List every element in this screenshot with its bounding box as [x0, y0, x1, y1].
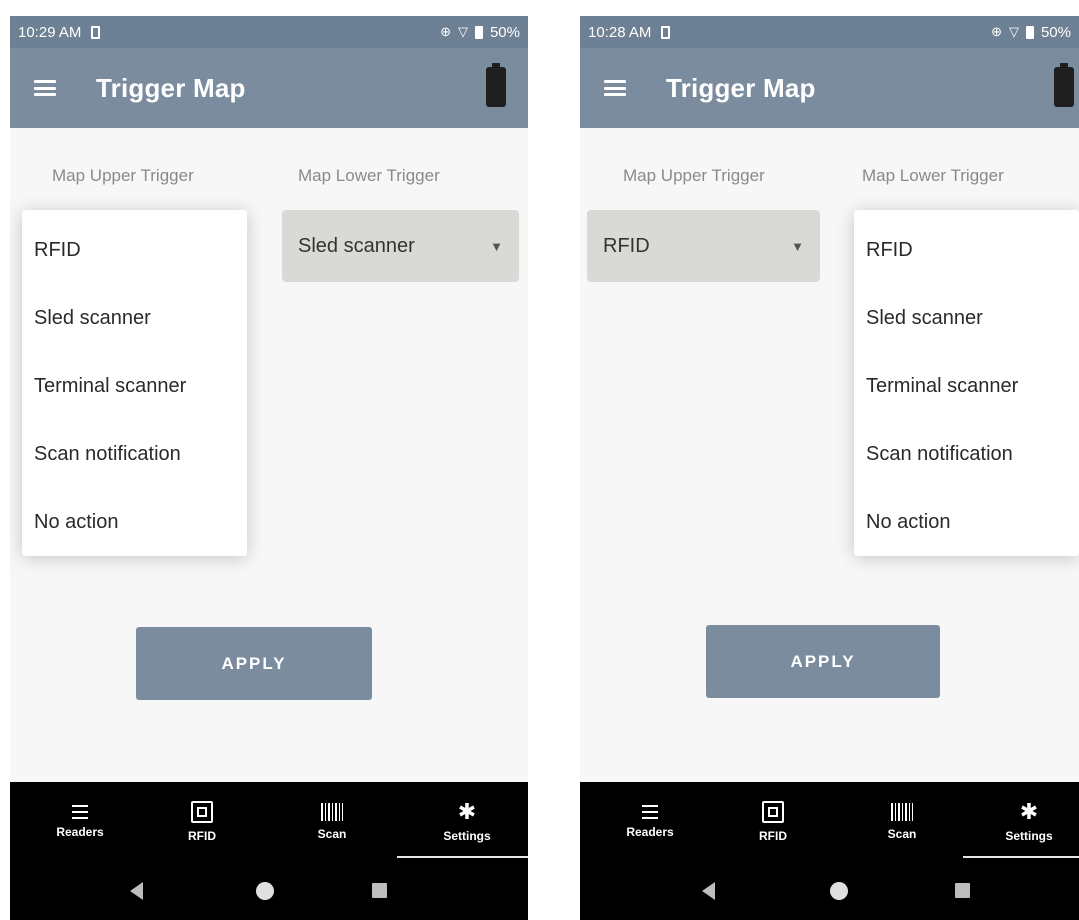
sim-icon [91, 25, 101, 39]
upper-trigger-value: RFID [603, 234, 650, 257]
battery-icon[interactable] [486, 63, 506, 107]
status-battery-level: 50% [489, 23, 520, 41]
rfid-icon [762, 801, 784, 823]
nav-active-indicator [963, 856, 1079, 858]
nav-scan[interactable]: Scan [862, 782, 942, 862]
nav-rfid[interactable]: RFID [733, 782, 813, 862]
dropdown-option-terminal-scanner[interactable]: Terminal scanner [854, 352, 1079, 420]
recents-icon[interactable] [372, 883, 387, 898]
nav-settings[interactable]: ✱ Settings [422, 782, 512, 862]
system-navigation-bar [580, 862, 1079, 920]
dropdown-option-rfid[interactable]: RFID [854, 216, 1079, 284]
system-navigation-bar [10, 862, 528, 920]
status-time: 10:28 AM [588, 23, 652, 41]
nav-rfid-label: RFID [759, 829, 787, 843]
dropdown-option-no-action[interactable]: No action [854, 488, 1079, 556]
menu-icon[interactable] [604, 80, 626, 96]
nav-readers[interactable]: Readers [40, 782, 120, 862]
nav-active-indicator [397, 856, 528, 858]
list-icon [642, 805, 658, 819]
dropdown-option-no-action[interactable]: No action [22, 488, 247, 556]
app-bar: Trigger Map [580, 48, 1079, 128]
nav-rfid[interactable]: RFID [162, 782, 242, 862]
lower-trigger-label: Map Lower Trigger [298, 166, 440, 185]
back-icon[interactable] [130, 882, 143, 900]
nav-settings-label: Settings [443, 829, 491, 843]
right-phone-screen: 10:28 AM ⊕ ▽ 50% Trigger Map Map Upper T… [580, 16, 1079, 920]
lower-trigger-value: Sled scanner [298, 234, 415, 257]
upper-trigger-dropdown-menu: RFID Sled scanner Terminal scanner Scan … [22, 210, 247, 556]
upper-trigger-select[interactable]: RFID ▼ [587, 210, 820, 282]
gear-icon: ✱ [1019, 799, 1039, 824]
sync-icon: ⊕ [440, 24, 451, 39]
rfid-icon [191, 801, 213, 823]
page-title: Trigger Map [96, 72, 246, 103]
lower-trigger-select[interactable]: Sled scanner ▼ [282, 210, 519, 282]
recents-icon[interactable] [955, 883, 970, 898]
gear-icon: ✱ [457, 799, 477, 824]
back-icon[interactable] [702, 882, 715, 900]
dropdown-option-scan-notification[interactable]: Scan notification [854, 420, 1079, 488]
nav-scan[interactable]: Scan [292, 782, 372, 862]
status-bar: 10:29 AM ⊕ ▽ 50% [10, 16, 528, 48]
dropdown-option-terminal-scanner[interactable]: Terminal scanner [22, 352, 247, 420]
home-icon[interactable] [830, 882, 848, 900]
apply-button[interactable]: APPLY [136, 627, 372, 700]
dropdown-option-sled-scanner[interactable]: Sled scanner [854, 284, 1079, 352]
lower-trigger-dropdown-menu: RFID Sled scanner Terminal scanner Scan … [854, 210, 1079, 556]
nav-settings-label: Settings [1005, 829, 1053, 843]
bottom-navigation: Readers RFID Scan ✱ Settings [580, 782, 1079, 862]
menu-icon[interactable] [34, 80, 56, 96]
dropdown-caret-icon: ▼ [791, 238, 804, 254]
nav-settings[interactable]: ✱ Settings [984, 782, 1074, 862]
lower-trigger-label: Map Lower Trigger [862, 166, 1004, 185]
dropdown-caret-icon: ▼ [490, 238, 503, 254]
nav-readers[interactable]: Readers [610, 782, 690, 862]
dropdown-option-rfid[interactable]: RFID [22, 216, 247, 284]
upper-trigger-label: Map Upper Trigger [623, 166, 765, 185]
dropdown-option-sled-scanner[interactable]: Sled scanner [22, 284, 247, 352]
wifi-icon: ▽ [457, 24, 468, 39]
left-phone-screen: 10:29 AM ⊕ ▽ 50% Trigger Map Map Upper T… [10, 16, 528, 920]
upper-trigger-label: Map Upper Trigger [52, 166, 194, 185]
status-battery-icon [474, 25, 483, 39]
status-time: 10:29 AM [18, 23, 82, 41]
list-icon [72, 805, 88, 819]
sync-icon: ⊕ [991, 24, 1002, 39]
nav-readers-label: Readers [626, 825, 674, 839]
barcode-icon [891, 803, 913, 821]
page-title: Trigger Map [666, 72, 816, 103]
nav-readers-label: Readers [56, 825, 104, 839]
status-bar: 10:28 AM ⊕ ▽ 50% [580, 16, 1079, 48]
status-battery-level: 50% [1040, 23, 1071, 41]
app-bar: Trigger Map [10, 48, 528, 128]
dropdown-option-scan-notification[interactable]: Scan notification [22, 420, 247, 488]
apply-button[interactable]: APPLY [706, 625, 940, 698]
nav-scan-label: Scan [317, 827, 347, 841]
nav-scan-label: Scan [887, 827, 917, 841]
battery-icon[interactable] [1054, 63, 1074, 107]
sim-icon [661, 25, 671, 39]
nav-rfid-label: RFID [188, 829, 216, 843]
bottom-navigation: Readers RFID Scan ✱ Settings [10, 782, 528, 862]
barcode-icon [321, 803, 343, 821]
wifi-icon: ▽ [1008, 24, 1019, 39]
status-battery-icon [1025, 25, 1034, 39]
home-icon[interactable] [256, 882, 274, 900]
